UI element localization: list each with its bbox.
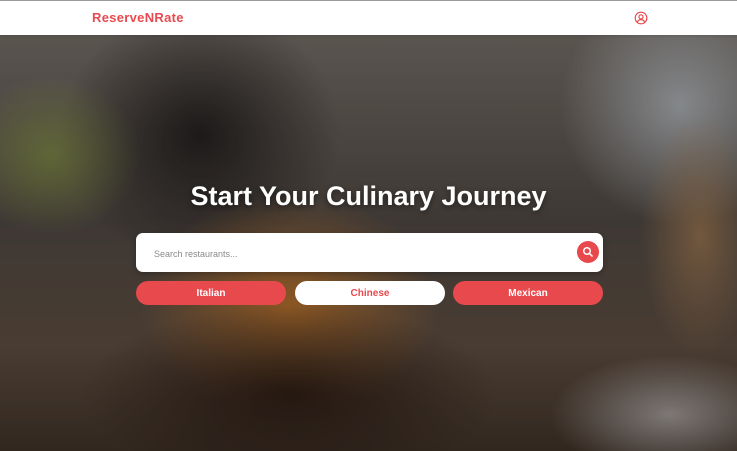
search-button[interactable] (577, 241, 599, 263)
hero-title: Start Your Culinary Journey (190, 181, 547, 211)
brand-logo[interactable]: ReserveNRate (92, 10, 184, 25)
search-input[interactable] (152, 243, 566, 265)
user-circle-icon[interactable] (634, 11, 648, 25)
category-chip-chinese[interactable]: Chinese (295, 281, 445, 305)
category-chip-mexican[interactable]: Mexican (453, 281, 603, 305)
search-icon (583, 247, 594, 258)
top-navbar: ReserveNRate (0, 0, 737, 35)
hero-banner: Start Your Culinary Journey Italian Chin… (0, 35, 737, 451)
category-chip-italian[interactable]: Italian (136, 281, 286, 305)
search-bar (136, 233, 603, 272)
